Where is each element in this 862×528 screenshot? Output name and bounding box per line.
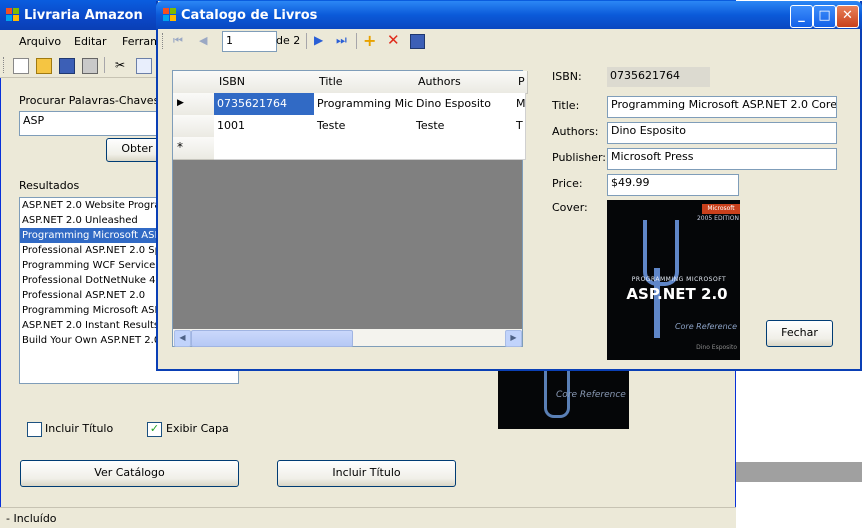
title-field[interactable]: Programming Microsoft ASP.NET 2.0 Core R: [607, 96, 837, 118]
cover-label: Cover:: [552, 201, 588, 214]
status-bar: - Incluído: [0, 507, 736, 528]
publisher-field[interactable]: Microsoft Press: [607, 148, 837, 170]
menu-editar[interactable]: Editar: [74, 35, 107, 48]
grid-cell[interactable]: 1001: [214, 115, 318, 138]
grid-cell[interactable]: [314, 137, 417, 160]
add-new-icon[interactable]: +: [363, 31, 376, 50]
book-cover-image: Microsoft 2005 EDITION PROGRAMMING MICRO…: [607, 200, 740, 360]
binding-navigator: ⏮ ◀ 1 de 2 ▶ ⏭ + ✕: [158, 29, 860, 53]
position-input[interactable]: 1: [222, 31, 277, 52]
results-label: Resultados: [19, 179, 80, 192]
catalog-window-titlebar[interactable]: Catalogo de Livros _ □ ✕: [156, 1, 862, 29]
close-button[interactable]: Fechar: [766, 320, 833, 347]
move-last-icon[interactable]: ⏭: [336, 33, 347, 48]
isbn-label: ISBN:: [552, 70, 582, 83]
grid-cell-selected[interactable]: 0735621764: [214, 93, 318, 116]
grid-cell[interactable]: [413, 137, 517, 160]
scroll-left-icon[interactable]: ◀: [174, 330, 191, 347]
title-label: Title:: [552, 99, 580, 112]
grid-cell[interactable]: M: [513, 93, 526, 116]
new-file-icon[interactable]: [13, 58, 29, 74]
show-cover-check-label: Exibir Capa: [166, 422, 229, 435]
menu-arquivo[interactable]: Arquivo: [19, 35, 61, 48]
background-strip: [736, 462, 862, 482]
grid-cell[interactable]: [513, 137, 526, 160]
view-catalog-button[interactable]: Ver Catálogo: [20, 460, 239, 487]
scroll-right-icon[interactable]: ▶: [505, 330, 522, 347]
grid-horizontal-scrollbar[interactable]: ◀ ▶: [173, 329, 522, 347]
scroll-thumb[interactable]: [191, 330, 353, 347]
search-input[interactable]: ASP: [19, 111, 167, 136]
cut-icon[interactable]: ✂: [113, 58, 127, 72]
row-header[interactable]: ▶: [173, 93, 215, 116]
print-icon[interactable]: [82, 58, 98, 74]
save-icon[interactable]: [59, 58, 75, 74]
column-header-isbn[interactable]: ISBN: [214, 71, 320, 94]
catalog-window-title: Catalogo de Livros: [181, 8, 318, 23]
isbn-value: 0735621764: [607, 67, 710, 87]
copy-icon[interactable]: [136, 58, 152, 74]
app-icon: [163, 8, 177, 22]
authors-field[interactable]: Dino Esposito: [607, 122, 837, 144]
move-next-icon[interactable]: ▶: [314, 33, 323, 47]
show-cover-checkbox[interactable]: ✓: [147, 422, 162, 437]
grid-cell[interactable]: Teste: [413, 115, 517, 138]
grid-cell[interactable]: Dino Esposito: [413, 93, 517, 116]
column-header-publisher[interactable]: P: [513, 71, 528, 94]
price-field[interactable]: $49.99: [607, 174, 739, 196]
include-title-checkbox[interactable]: [27, 422, 42, 437]
move-previous-icon[interactable]: ◀: [199, 34, 207, 47]
books-grid[interactable]: ISBN Title Authors P ▶ 0735621764 Progra…: [172, 70, 528, 347]
column-header-title[interactable]: Title: [314, 71, 419, 94]
close-window-button[interactable]: ✕: [836, 5, 859, 28]
back-cover-image: Core Reference: [498, 370, 629, 429]
column-header-authors[interactable]: Authors: [413, 71, 519, 94]
count-label: de 2: [276, 34, 301, 47]
row-header[interactable]: [173, 115, 215, 138]
grid-cell[interactable]: [214, 137, 318, 160]
delete-icon[interactable]: ✕: [387, 31, 400, 49]
maximize-button[interactable]: □: [813, 5, 836, 28]
app-icon: [6, 8, 20, 22]
status-text: - Incluído: [6, 512, 57, 525]
grid-cell[interactable]: Teste: [314, 115, 417, 138]
move-first-icon[interactable]: ⏮: [173, 34, 183, 48]
new-row-header[interactable]: *: [173, 137, 215, 160]
minimize-button[interactable]: _: [790, 5, 813, 28]
publisher-label: Publisher:: [552, 151, 607, 164]
search-label: Procurar Palavras-Chaves: [19, 94, 160, 107]
include-title-button[interactable]: Incluir Título: [277, 460, 456, 487]
menu-ferramentas[interactable]: Ferram: [122, 35, 161, 48]
save-icon[interactable]: [410, 34, 425, 49]
main-window-title: Livraria Amazon: [24, 8, 143, 23]
price-label: Price:: [552, 177, 583, 190]
open-folder-icon[interactable]: [36, 58, 52, 74]
grid-cell[interactable]: Programming Mic...: [314, 93, 417, 116]
authors-label: Authors:: [552, 125, 599, 138]
grid-cell[interactable]: T: [513, 115, 526, 138]
include-title-check-label: Incluir Título: [45, 422, 114, 435]
grid-corner: [173, 71, 215, 94]
